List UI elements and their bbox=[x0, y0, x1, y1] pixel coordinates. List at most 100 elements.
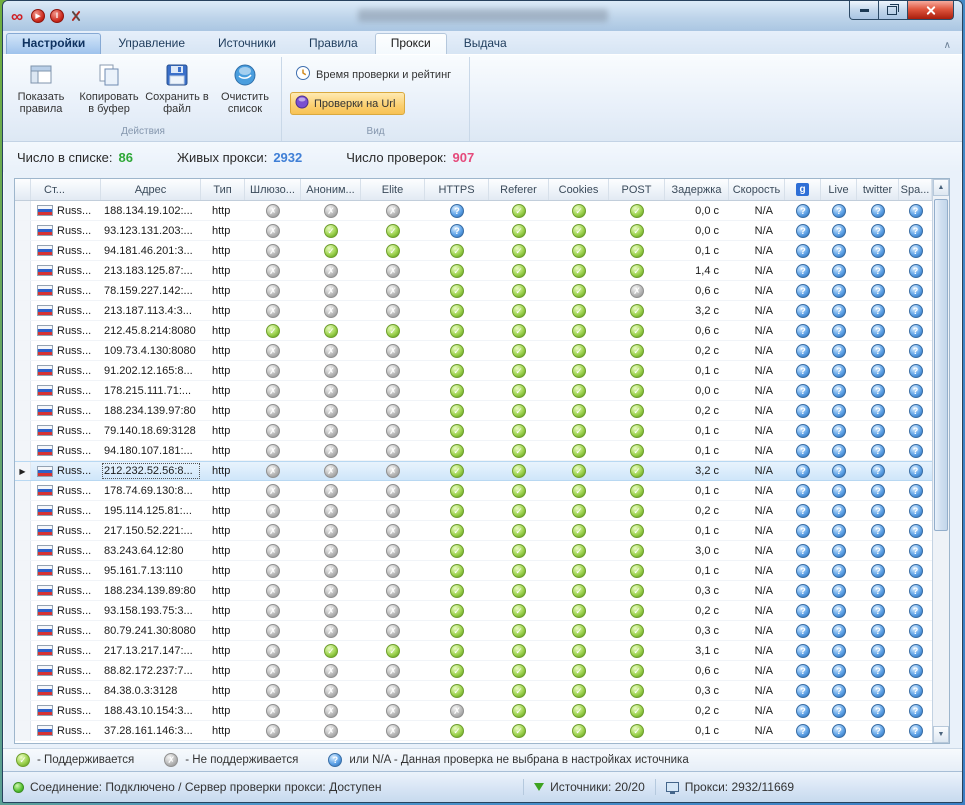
web-check-cell: ? bbox=[785, 361, 821, 380]
cross-icon: ✗ bbox=[324, 484, 338, 498]
table-row[interactable]: Russ...93.123.131.203:...http✗✓✓?✓✓✓0,0 … bbox=[15, 221, 932, 241]
titlebar[interactable]: ∞ ▶ ‖ bbox=[3, 1, 962, 31]
column-header-google[interactable]: g bbox=[785, 179, 821, 200]
cross-icon: ✗ bbox=[266, 584, 280, 598]
status-cell: ✓ bbox=[245, 321, 301, 340]
column-header-live[interactable]: Live bbox=[821, 179, 857, 200]
column-header-anonymous[interactable]: Аноним... bbox=[301, 179, 361, 200]
scroll-down-button[interactable]: ▼ bbox=[933, 726, 949, 743]
column-header-rowsel[interactable] bbox=[15, 179, 31, 200]
show-rules-button[interactable]: Показать правила bbox=[7, 59, 75, 117]
time-rating-button[interactable]: Время проверки и рейтинг bbox=[290, 62, 461, 87]
table-row[interactable]: Russ...94.181.46.201:3...http✗✓✓✓✓✓✓0,1 … bbox=[15, 241, 932, 261]
table-row[interactable]: Russ...84.38.0.3:3128http✗✗✗✓✓✓✓0,3 сN/A… bbox=[15, 681, 932, 701]
table-row[interactable]: Russ...188.134.19.102:...http✗✗✗?✓✓✓0,0 … bbox=[15, 201, 932, 221]
status-cell: ✗ bbox=[425, 701, 489, 720]
web-check-cell: ? bbox=[785, 541, 821, 560]
table-row[interactable]: Russ...217.150.52.221:...http✗✗✗✓✓✓✓0,1 … bbox=[15, 521, 932, 541]
quick-pause-icon[interactable]: ‖ bbox=[50, 9, 64, 23]
column-header-type[interactable]: Тип bbox=[201, 179, 245, 200]
tab-rules[interactable]: Правила bbox=[293, 33, 374, 54]
restore-button[interactable] bbox=[879, 1, 908, 20]
column-header-gateway[interactable]: Шлюзо... bbox=[245, 179, 301, 200]
button-label: Очистить список bbox=[212, 91, 278, 115]
tab-proxy[interactable]: Прокси bbox=[375, 33, 447, 54]
column-header-speed[interactable]: Скорость bbox=[729, 179, 785, 200]
cross-icon: ✗ bbox=[266, 644, 280, 658]
status-cell: ✗ bbox=[245, 701, 301, 720]
scroll-thumb[interactable] bbox=[934, 199, 948, 531]
check-icon: ✓ bbox=[630, 664, 644, 678]
delay-cell: 3,1 с bbox=[665, 641, 729, 660]
table-row[interactable]: Russ...195.114.125.81:...http✗✗✗✓✓✓✓0,2 … bbox=[15, 501, 932, 521]
table-row[interactable]: Russ...178.215.111.71:...http✗✗✗✓✓✓✓0,0 … bbox=[15, 381, 932, 401]
type-cell: http bbox=[201, 361, 245, 380]
status-cell: ✗ bbox=[245, 361, 301, 380]
minimize-button[interactable] bbox=[849, 1, 879, 20]
table-row[interactable]: Russ...213.183.125.87:...http✗✗✗✓✓✓✓1,4 … bbox=[15, 261, 932, 281]
column-header-https[interactable]: HTTPS bbox=[425, 179, 489, 200]
russia-flag-icon bbox=[37, 545, 53, 556]
column-header-spam[interactable]: Spa... bbox=[899, 179, 932, 200]
column-header-referer[interactable]: Referer bbox=[489, 179, 549, 200]
row-selector bbox=[15, 661, 31, 680]
table-row[interactable]: Russ...80.79.241.30:8080http✗✗✗✓✓✓✓0,3 с… bbox=[15, 621, 932, 641]
clear-list-button[interactable]: Очистить список bbox=[211, 59, 279, 117]
collapse-ribbon-button[interactable]: ∧ bbox=[936, 37, 959, 54]
url-checks-button[interactable]: Проверки на Url bbox=[290, 92, 405, 115]
table-row[interactable]: Russ...37.28.161.146:3...http✗✗✗✓✓✓✓0,1 … bbox=[15, 721, 932, 741]
scroll-up-button[interactable]: ▲ bbox=[933, 179, 949, 196]
type-cell: http bbox=[201, 341, 245, 360]
column-header-twitter[interactable]: twitter bbox=[857, 179, 899, 200]
column-header-delay[interactable]: Задержка bbox=[665, 179, 729, 200]
cross-icon: ✗ bbox=[266, 404, 280, 418]
table-row[interactable]: Russ...212.45.8.214:8080http✓✓✓✓✓✓✓0,6 с… bbox=[15, 321, 932, 341]
column-header-post[interactable]: POST bbox=[609, 179, 665, 200]
stat-value: 907 bbox=[452, 150, 474, 165]
cross-icon: ✗ bbox=[386, 504, 400, 518]
table-row[interactable]: Russ...95.161.7.13:110http✗✗✗✓✓✓✓0,1 сN/… bbox=[15, 561, 932, 581]
copy-buffer-button[interactable]: Копировать в буфер bbox=[75, 59, 143, 117]
speed-cell: N/A bbox=[729, 421, 785, 440]
cross-icon: ✗ bbox=[386, 524, 400, 538]
table-row[interactable]: Russ...93.158.193.75:3...http✗✗✗✓✓✓✓0,2 … bbox=[15, 601, 932, 621]
table-row[interactable]: Russ...188.43.10.154:3...http✗✗✗✗✓✓✓0,2 … bbox=[15, 701, 932, 721]
table-row[interactable]: Russ...188.234.139.97:80http✗✗✗✓✓✓✓0,2 с… bbox=[15, 401, 932, 421]
close-button[interactable] bbox=[908, 1, 954, 20]
check-icon: ✓ bbox=[512, 304, 526, 318]
table-row[interactable]: Russ...178.74.69.130:8...http✗✗✗✓✓✓✓0,1 … bbox=[15, 481, 932, 501]
tab-sources[interactable]: Источники bbox=[202, 33, 292, 54]
table-row[interactable]: Russ...79.140.18.69:3128http✗✗✗✓✓✓✓0,1 с… bbox=[15, 421, 932, 441]
tab-output[interactable]: Выдача bbox=[448, 33, 523, 54]
tab-settings[interactable]: Настройки bbox=[6, 33, 101, 54]
table-row[interactable]: Russ...88.82.172.237:7...http✗✗✗✓✓✓✓0,6 … bbox=[15, 661, 932, 681]
status-cell: ✓ bbox=[425, 661, 489, 680]
table-row[interactable]: Russ...94.180.107.181:...http✗✗✗✓✓✓✓0,1 … bbox=[15, 441, 932, 461]
table-row[interactable]: Russ...83.243.64.12:80http✗✗✗✓✓✓✓3,0 сN/… bbox=[15, 541, 932, 561]
question-icon: ? bbox=[909, 544, 923, 558]
column-header-elite[interactable]: Elite bbox=[361, 179, 425, 200]
table-row[interactable]: ▶Russ...212.232.52.56:8...http✗✗✗✓✓✓✓3,2… bbox=[15, 461, 932, 481]
question-icon: ? bbox=[909, 284, 923, 298]
status-cell: ✓ bbox=[489, 661, 549, 680]
quick-play-icon[interactable]: ▶ bbox=[31, 9, 45, 23]
table-row[interactable]: Russ...217.13.217.147:...http✗✓✓✓✓✓✓3,1 … bbox=[15, 641, 932, 661]
table-row[interactable]: Russ...188.234.139.89:80http✗✗✗✓✓✓✓0,3 с… bbox=[15, 581, 932, 601]
google-icon: g bbox=[796, 183, 809, 196]
tab-management[interactable]: Управление bbox=[102, 33, 201, 54]
table-row[interactable]: Russ...109.73.4.130:8080http✗✗✗✓✓✓✓0,2 с… bbox=[15, 341, 932, 361]
table-row[interactable]: Russ...213.187.113.4:3...http✗✗✗✓✓✓✓3,2 … bbox=[15, 301, 932, 321]
column-header-address[interactable]: Адрес bbox=[101, 179, 201, 200]
computer-icon bbox=[666, 782, 679, 792]
quick-access-toolbar: ▶ ‖ bbox=[31, 9, 83, 23]
vertical-scrollbar[interactable]: ▲ ▼ bbox=[932, 179, 949, 743]
quick-tools-icon[interactable] bbox=[69, 9, 83, 23]
table-row[interactable]: Russ...78.159.227.142:...http✗✗✗✓✓✓✗0,6 … bbox=[15, 281, 932, 301]
save-icon bbox=[164, 61, 190, 89]
row-selector bbox=[15, 641, 31, 660]
save-file-button[interactable]: Сохранить в файл bbox=[143, 59, 211, 117]
status-cell: ✓ bbox=[489, 261, 549, 280]
column-header-cookies[interactable]: Cookies bbox=[549, 179, 609, 200]
table-row[interactable]: Russ...91.202.12.165:8...http✗✗✗✓✓✓✓0,1 … bbox=[15, 361, 932, 381]
column-header-country[interactable]: Ст... bbox=[31, 179, 101, 200]
